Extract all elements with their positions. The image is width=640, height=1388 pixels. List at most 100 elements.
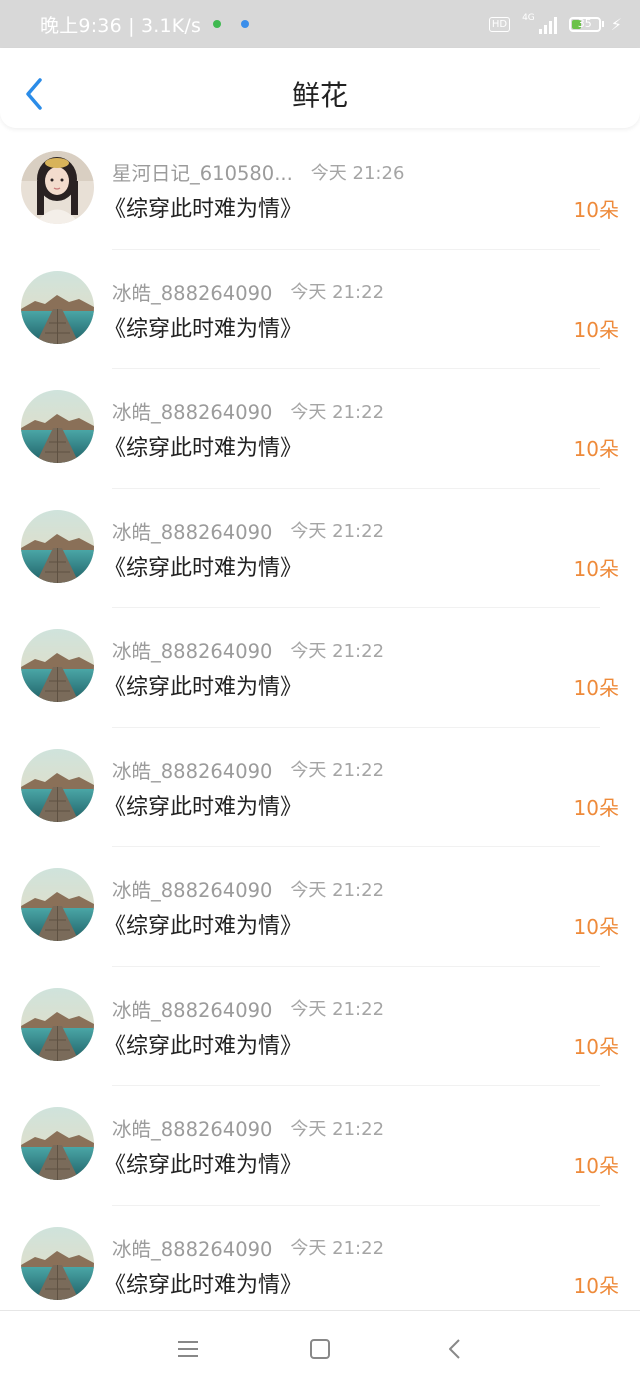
- book-title: 《综穿此时难为情》: [104, 436, 303, 461]
- flower-count: 10朵: [573, 915, 619, 939]
- user-name[interactable]: 冰皓_888264090: [112, 277, 272, 306]
- timestamp: 今天 21:22: [290, 879, 385, 901]
- menu-icon: [178, 1341, 198, 1357]
- user-name[interactable]: 星河日记_610580...: [112, 157, 293, 186]
- signal-bar: [543, 25, 547, 34]
- lake-pier-avatar-icon: [21, 1107, 94, 1180]
- charging-icon: ⚡: [610, 14, 622, 34]
- lake-pier-avatar-icon: [21, 629, 94, 702]
- flower-count: 10朵: [573, 676, 619, 700]
- list-item[interactable]: 冰皓_888264090 今天 21:22 《综穿此时难为情》 10朵: [0, 967, 640, 1086]
- timestamp: 今天 21:22: [290, 401, 385, 423]
- flower-count: 10朵: [573, 556, 619, 581]
- avatar[interactable]: [21, 390, 94, 463]
- user-name[interactable]: 冰皓_888264090: [112, 516, 272, 545]
- avatar[interactable]: [21, 151, 94, 224]
- flower-list: 星河日记_610580... 今天 21:26 《综穿此时难为情》 10朵 冰皓_88…: [0, 130, 640, 1325]
- page-title: 鲜花: [291, 79, 348, 112]
- avatar[interactable]: [21, 1107, 94, 1180]
- flower-count: 10朵: [573, 437, 619, 461]
- item-meta: 冰皓_888264090 今天 21:22: [112, 1113, 384, 1142]
- flower-count: 10朵: [573, 317, 619, 342]
- list-item[interactable]: 冰皓_888264090 今天 21:22 《综穿此时难为情》 10朵: [0, 1206, 640, 1325]
- list-item[interactable]: 冰皓_888264090 今天 21:22 《综穿此时难为情》 10朵: [0, 1086, 640, 1206]
- signal-bar: [538, 29, 542, 34]
- menu-button[interactable]: [174, 1335, 202, 1363]
- system-nav-bar: [0, 1310, 640, 1388]
- list-item[interactable]: 冰皓_888264090 今天 21:22 《综穿此时难为情》 10朵: [0, 847, 640, 967]
- flower-count: 10朵: [573, 1273, 619, 1298]
- battery-tip: [601, 21, 604, 27]
- list-item[interactable]: 冰皓_888264090 今天 21:22 《综穿此时难为情》 10朵: [0, 728, 640, 847]
- timestamp: 今天 21:22: [290, 282, 385, 303]
- timestamp: 今天 21:22: [290, 999, 385, 1020]
- avatar[interactable]: [21, 270, 94, 344]
- item-meta: 冰皓_888264090 今天 21:22: [112, 635, 384, 664]
- lake-pier-avatar-icon: [21, 987, 94, 1061]
- list-item[interactable]: 冰皓_888264090 今天 21:22 《综穿此时难为情》 10朵: [0, 369, 640, 489]
- flower-count: 10朵: [573, 198, 619, 222]
- avatar[interactable]: [21, 629, 94, 702]
- timestamp: 今天 21:22: [290, 521, 385, 542]
- lake-pier-avatar-icon: [21, 509, 94, 583]
- item-meta: 冰皓_888264090 今天 21:22: [112, 874, 384, 903]
- notification-dot-icon: [213, 20, 222, 28]
- portrait-avatar-icon: [21, 151, 94, 224]
- signal-bar: [553, 17, 557, 34]
- item-meta: 冰皓_888264090 今天 21:22: [112, 277, 384, 306]
- item-meta: 冰皓_888264090 今天 21:22: [112, 1233, 384, 1262]
- book-title: 《综穿此时难为情》: [104, 316, 303, 342]
- lake-pier-avatar-icon: [21, 270, 94, 344]
- item-meta: 冰皓_888264090 今天 21:22: [112, 994, 384, 1023]
- list-item[interactable]: 冰皓_888264090 今天 21:22 《综穿此时难为情》 10朵: [0, 250, 640, 369]
- timestamp: 今天 21:22: [290, 1238, 385, 1259]
- book-title: 《综穿此时难为情》: [104, 914, 303, 939]
- book-title: 《综穿此时难为情》: [104, 555, 303, 581]
- list-item[interactable]: 星河日记_610580... 今天 21:26 《综穿此时难为情》 10朵: [0, 130, 640, 250]
- list-item[interactable]: 冰皓_888264090 今天 21:22 《综穿此时难为情》 10朵: [0, 489, 640, 608]
- book-title: 《综穿此时难为情》: [104, 675, 303, 700]
- status-bar: 晚上9:36 | 3.1K/s HD 4G 35 ⚡: [0, 0, 640, 48]
- user-name[interactable]: 冰皓_888264090: [112, 396, 272, 425]
- app-notification-icon: [241, 20, 250, 28]
- list-item[interactable]: 冰皓_888264090 今天 21:22 《综穿此时难为情》 10朵: [0, 608, 640, 728]
- avatar[interactable]: [21, 1226, 94, 1300]
- status-time-speed: 晚上9:36 | 3.1K/s: [40, 14, 202, 37]
- lake-pier-avatar-icon: [21, 1226, 94, 1300]
- avatar[interactable]: [21, 509, 94, 583]
- battery-icon: 35: [568, 16, 601, 32]
- item-meta: 星河日记_610580... 今天 21:26: [112, 157, 404, 186]
- user-name[interactable]: 冰皓_888264090: [112, 994, 272, 1023]
- user-name[interactable]: 冰皓_888264090: [112, 1113, 272, 1142]
- timestamp: 今天 21:26: [310, 162, 405, 184]
- home-button[interactable]: [306, 1335, 334, 1363]
- battery-level: 35: [577, 16, 592, 30]
- network-label: 4G: [522, 13, 535, 23]
- hd-icon: HD: [488, 16, 511, 32]
- timestamp: 今天 21:22: [290, 1118, 385, 1140]
- user-name[interactable]: 冰皓_888264090: [112, 874, 272, 903]
- app-header: 鲜花: [0, 48, 640, 128]
- user-name[interactable]: 冰皓_888264090: [112, 635, 272, 664]
- signal-bar: [548, 21, 552, 34]
- flower-count: 10朵: [573, 795, 619, 820]
- avatar[interactable]: [21, 748, 94, 822]
- lake-pier-avatar-icon: [21, 390, 94, 463]
- lake-pier-avatar-icon: [21, 868, 94, 941]
- book-title: 《综穿此时难为情》: [104, 1033, 303, 1059]
- item-meta: 冰皓_888264090 今天 21:22: [112, 516, 384, 545]
- item-meta: 冰皓_888264090 今天 21:22: [112, 755, 384, 784]
- system-back-button[interactable]: [441, 1335, 469, 1363]
- user-name[interactable]: 冰皓_888264090: [112, 1233, 272, 1262]
- user-name[interactable]: 冰皓_888264090: [112, 755, 272, 784]
- lake-pier-avatar-icon: [21, 748, 94, 822]
- signal-icon: 4G: [522, 14, 557, 34]
- avatar[interactable]: [21, 868, 94, 941]
- book-title: 《综穿此时难为情》: [104, 794, 303, 820]
- timestamp: 今天 21:22: [290, 640, 385, 662]
- flower-count: 10朵: [573, 1154, 619, 1178]
- home-square-icon: [310, 1339, 330, 1359]
- item-meta: 冰皓_888264090 今天 21:22: [112, 396, 384, 425]
- status-right: HD 4G 35 ⚡: [488, 14, 622, 34]
- avatar[interactable]: [21, 987, 94, 1061]
